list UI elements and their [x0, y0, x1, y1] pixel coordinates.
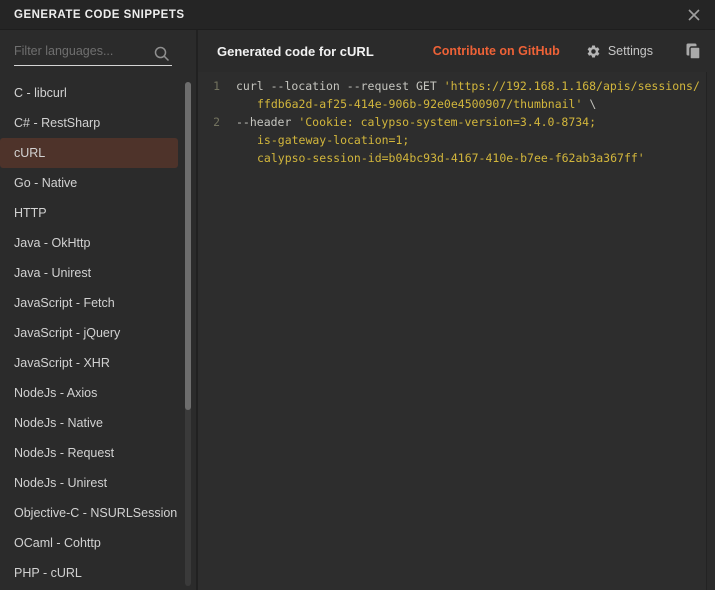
line-number	[198, 131, 220, 149]
sidebar-item-java-unirest[interactable]: Java - Unirest	[0, 258, 196, 288]
dialog-title: GENERATE CODE SNIPPETS	[14, 9, 185, 21]
generated-code-title: Generated code for cURL	[217, 44, 433, 59]
code-text: calypso-session-id=b04bc93d-4167-410e-b7…	[220, 149, 645, 167]
generate-code-snippets-dialog: GENERATE CODE SNIPPETS C - libcurl	[0, 0, 715, 590]
sidebar-item-java-okhttp[interactable]: Java - OkHttp	[0, 228, 196, 258]
code-line: 1 curl --location --request GET 'https:/…	[198, 77, 715, 95]
sidebar-item-php-curl[interactable]: PHP - cURL	[0, 558, 196, 588]
code-line: calypso-session-id=b04bc93d-4167-410e-b7…	[198, 149, 715, 167]
sidebar-item-csharp-restsharp[interactable]: C# - RestSharp	[0, 108, 196, 138]
sidebar-item-objectivec-nsurlsession[interactable]: Objective-C - NSURLSession	[0, 498, 196, 528]
code-panel: Generated code for cURL Contribute on Gi…	[196, 30, 715, 590]
gear-icon	[586, 44, 601, 59]
search-icon[interactable]	[154, 46, 170, 62]
sidebar-scrollbar-track[interactable]	[185, 82, 191, 586]
dialog-titlebar: GENERATE CODE SNIPPETS	[0, 0, 715, 30]
sidebar-item-go-native[interactable]: Go - Native	[0, 168, 196, 198]
code-text: is-gateway-location=1;	[220, 131, 409, 149]
contribute-on-github-link[interactable]: Contribute on GitHub	[433, 44, 560, 58]
filter-languages-input[interactable]	[14, 40, 172, 66]
settings-label: Settings	[608, 44, 653, 58]
code-panel-header: Generated code for cURL Contribute on Gi…	[198, 30, 715, 72]
language-sidebar: C - libcurl C# - RestSharp cURL Go - Nat…	[0, 30, 196, 590]
sidebar-item-http[interactable]: HTTP	[0, 198, 196, 228]
code-text: ffdb6a2d-af25-414e-906b-92e0e4500907/thu…	[220, 95, 596, 113]
code-line: ffdb6a2d-af25-414e-906b-92e0e4500907/thu…	[198, 95, 715, 113]
close-button[interactable]	[686, 7, 702, 23]
sidebar-item-nodejs-unirest[interactable]: NodeJs - Unirest	[0, 468, 196, 498]
sidebar-item-nodejs-axios[interactable]: NodeJs - Axios	[0, 378, 196, 408]
sidebar-item-nodejs-native[interactable]: NodeJs - Native	[0, 408, 196, 438]
line-number	[198, 149, 220, 167]
sidebar-item-c-libcurl[interactable]: C - libcurl	[0, 78, 196, 108]
code-editor[interactable]: 1 curl --location --request GET 'https:/…	[198, 72, 715, 590]
settings-button[interactable]: Settings	[586, 44, 653, 59]
sidebar-item-javascript-jquery[interactable]: JavaScript - jQuery	[0, 318, 196, 348]
line-number: 2	[198, 113, 220, 131]
dialog-content: C - libcurl C# - RestSharp cURL Go - Nat…	[0, 30, 715, 590]
code-line: 2 --header 'Cookie: calypso-system-versi…	[198, 113, 715, 131]
code-scrollbar-gutter[interactable]	[706, 72, 715, 590]
filter-row	[0, 30, 196, 72]
close-icon	[687, 8, 701, 22]
language-list: C - libcurl C# - RestSharp cURL Go - Nat…	[0, 78, 196, 588]
sidebar-item-ocaml-cohttp[interactable]: OCaml - Cohttp	[0, 528, 196, 558]
sidebar-scrollbar-thumb[interactable]	[185, 82, 191, 410]
code-line: is-gateway-location=1;	[198, 131, 715, 149]
line-number	[198, 95, 220, 113]
sidebar-item-curl[interactable]: cURL	[0, 138, 178, 168]
sidebar-item-javascript-xhr[interactable]: JavaScript - XHR	[0, 348, 196, 378]
sidebar-item-nodejs-request[interactable]: NodeJs - Request	[0, 438, 196, 468]
code-text: --header 'Cookie: calypso-system-version…	[220, 113, 596, 131]
code-text: curl --location --request GET 'https://1…	[220, 77, 700, 95]
sidebar-item-javascript-fetch[interactable]: JavaScript - Fetch	[0, 288, 196, 318]
line-number: 1	[198, 77, 220, 95]
copy-code-button[interactable]	[685, 43, 701, 60]
copy-icon	[685, 43, 701, 60]
